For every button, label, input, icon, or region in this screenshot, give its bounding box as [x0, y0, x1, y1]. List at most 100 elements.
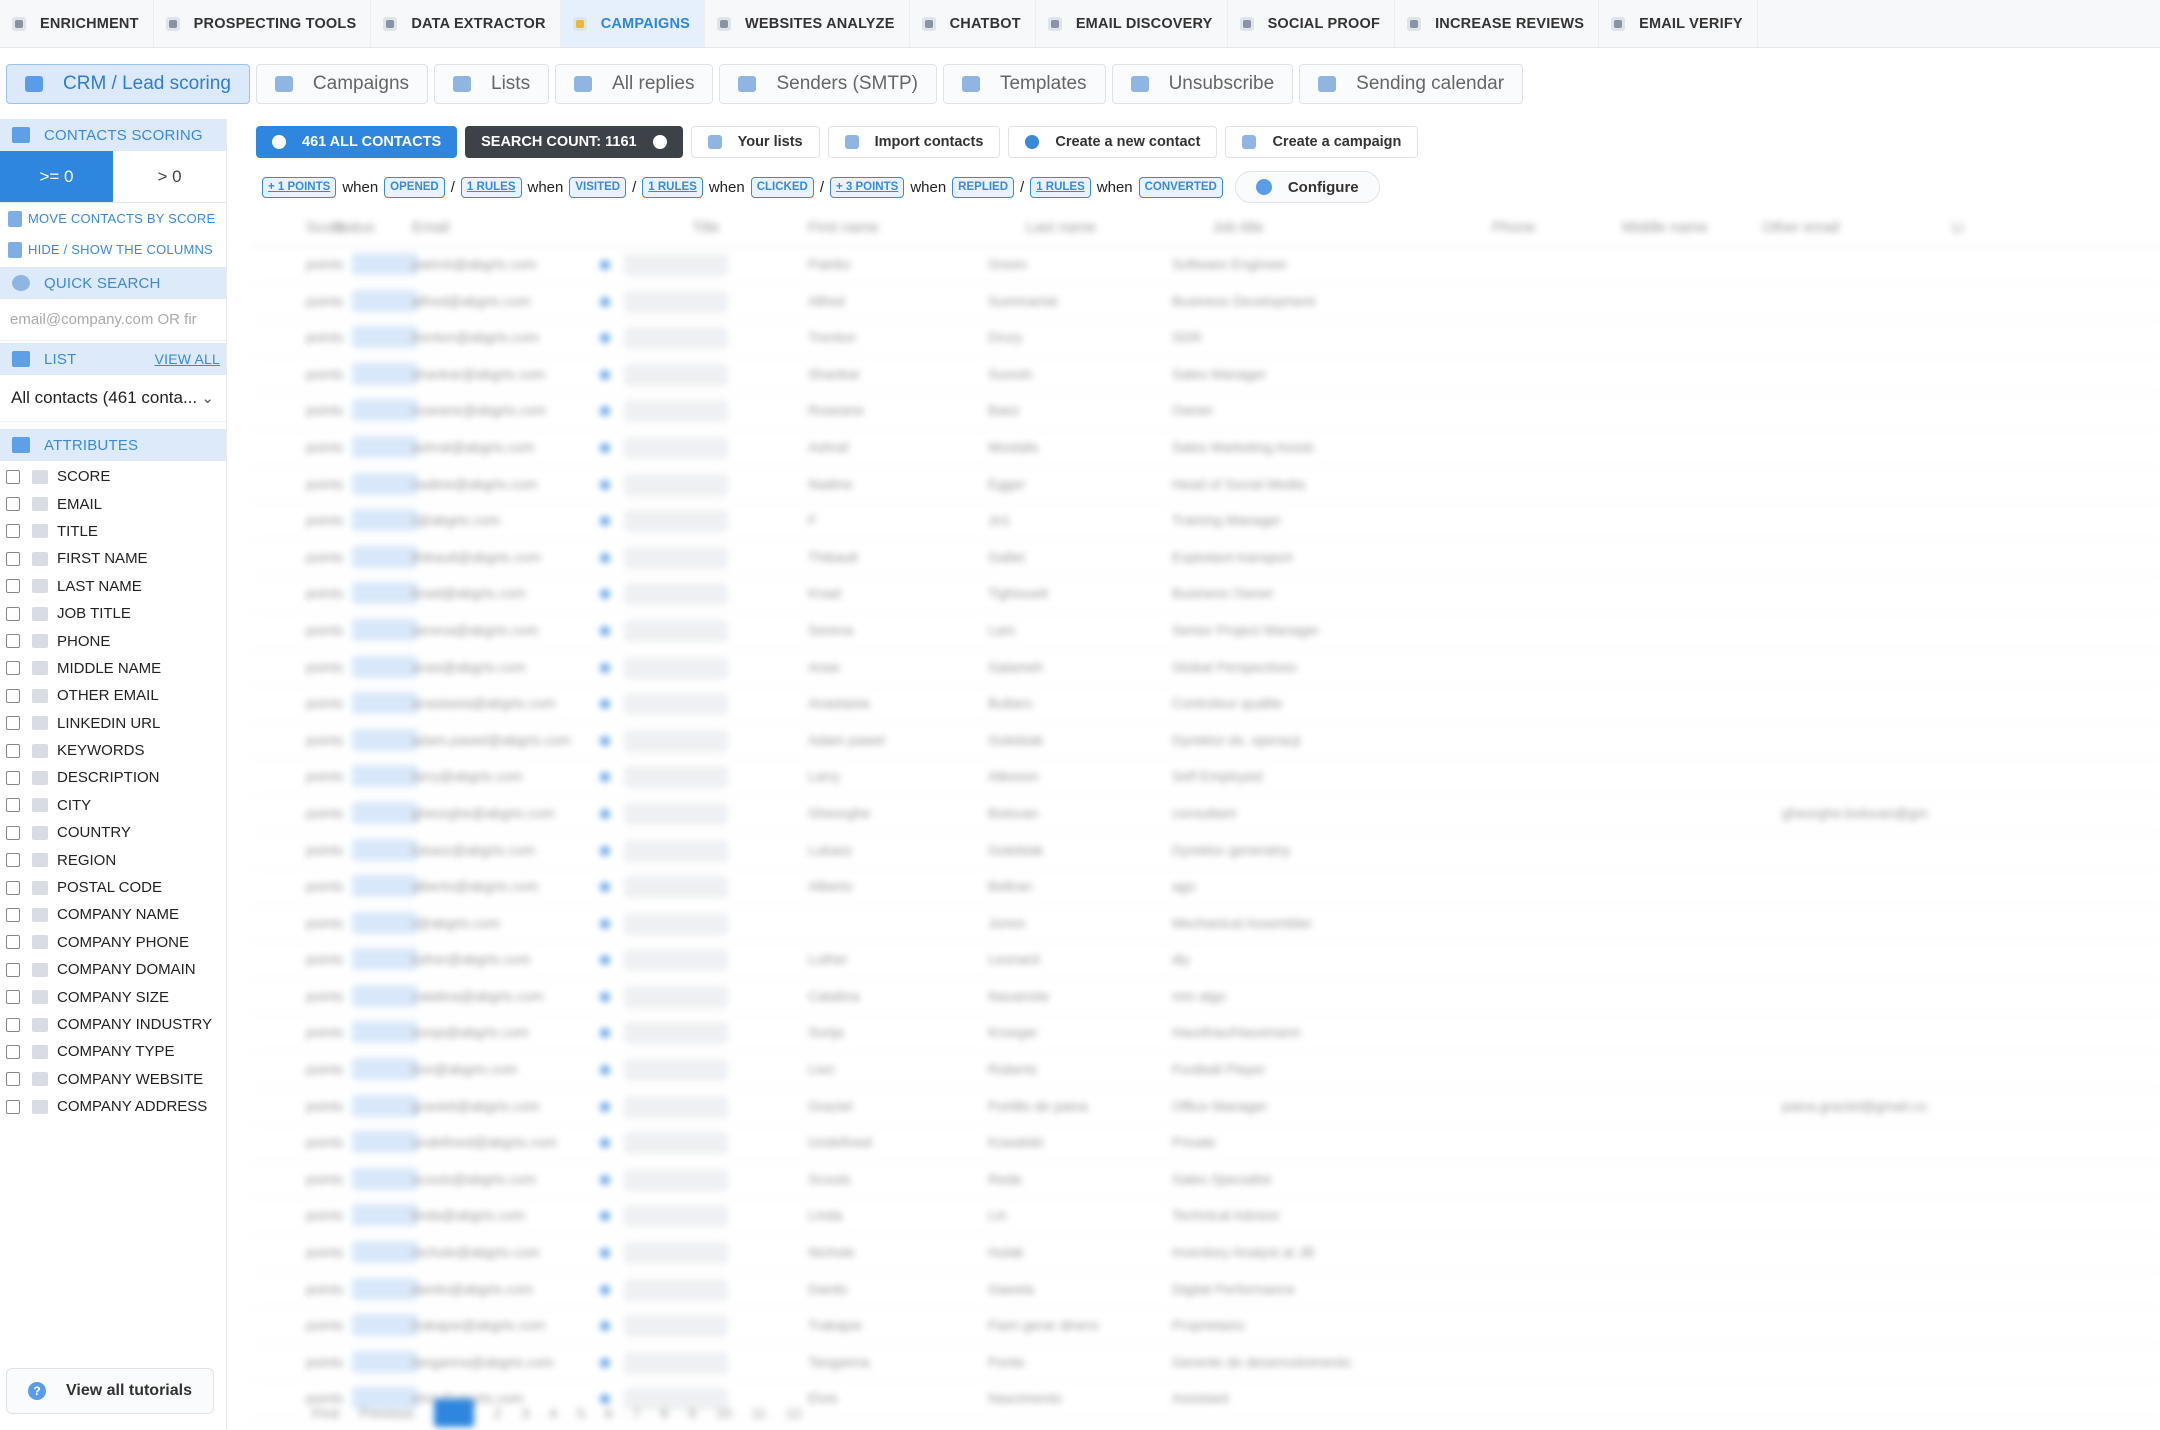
attribute-description[interactable]: DESCRIPTION	[0, 764, 226, 791]
pager-page[interactable]: 10	[716, 1405, 732, 1421]
rule-points-1[interactable]: + 1 POINTS	[262, 176, 337, 198]
view-contact-button[interactable]	[624, 693, 728, 716]
create-contact-button[interactable]: Create a new contact	[1008, 126, 1218, 158]
attribute-company-name[interactable]: COMPANY NAME	[0, 901, 226, 928]
attribute-checkbox[interactable]	[6, 716, 20, 731]
email-cell[interactable]: patrick@abgrtx.com	[412, 256, 537, 272]
search-count-button[interactable]: SEARCH COUNT: 1161	[465, 126, 683, 158]
column-header[interactable]: Other email	[1762, 219, 1840, 236]
table-row[interactable]: points nichole@abgrtx.com Nichole Hulak Inve…	[252, 1235, 2160, 1272]
table-row[interactable]: points r@abgrtx.com F Jn1 Training Manager	[252, 503, 2160, 540]
email-cell[interactable]: thibault@abgrtx.com	[412, 549, 541, 565]
rule-count-replied[interactable]: 1 RULES	[1030, 176, 1091, 198]
email-cell[interactable]: lion@abgrtx.com	[412, 1061, 517, 1077]
attribute-checkbox[interactable]	[6, 907, 20, 922]
view-contact-button[interactable]	[624, 400, 728, 423]
table-row[interactable]: points patrick@abgrtx.com Patrikx Green Soft…	[252, 247, 2160, 284]
pager-page[interactable]: 4	[549, 1405, 557, 1421]
view-contact-button[interactable]	[624, 1315, 728, 1338]
configure-button[interactable]: Configure	[1234, 171, 1380, 203]
top-nav-social-proof[interactable]: SOCIAL PROOF	[1228, 0, 1396, 47]
attribute-checkbox[interactable]	[6, 798, 20, 813]
table-row[interactable]: points alfred@abgrtx.com Alfred Summarisk Bu…	[252, 284, 2160, 321]
attribute-checkbox[interactable]	[6, 634, 20, 649]
email-cell[interactable]: tangarina@abgrtx.com	[412, 1354, 554, 1370]
attribute-checkbox[interactable]	[6, 770, 20, 785]
email-cell[interactable]: nichole@abgrtx.com	[412, 1244, 540, 1260]
table-row[interactable]: points nadine@abgrtx.com Nadine Egger Head o…	[252, 467, 2160, 504]
attribute-checkbox[interactable]	[6, 880, 20, 895]
email-cell[interactable]: scouts@abgrtx.com	[412, 1171, 536, 1187]
view-contact-button[interactable]	[624, 254, 728, 276]
view-contact-button[interactable]	[624, 619, 728, 642]
email-cell[interactable]: anastasia@abgrtx.com	[412, 695, 555, 711]
email-cell[interactable]: alfred@abgrtx.com	[412, 293, 530, 309]
column-header[interactable]: Middle name	[1622, 219, 1708, 236]
attribute-checkbox[interactable]	[6, 661, 20, 676]
attribute-checkbox[interactable]	[6, 1072, 20, 1087]
attribute-phone[interactable]: PHONE	[0, 627, 226, 654]
view-contact-button[interactable]	[624, 1022, 728, 1045]
pager-page[interactable]: 2	[494, 1405, 502, 1421]
pager-page[interactable]: 3	[521, 1405, 529, 1421]
pager-page[interactable]: 12	[786, 1405, 802, 1421]
table-row[interactable]: points alberto@abgrtx.com Alberto Beltran ag…	[252, 869, 2160, 906]
attribute-middle-name[interactable]: MIDDLE NAME	[0, 655, 226, 682]
rule-count-visited[interactable]: 1 RULES	[642, 176, 703, 198]
pager-page[interactable]: 5	[577, 1405, 585, 1421]
email-cell[interactable]: r@abgrtx.com	[412, 512, 500, 528]
view-contact-button[interactable]	[624, 473, 728, 496]
pager-page[interactable]: 9	[688, 1405, 696, 1421]
attribute-checkbox[interactable]	[6, 1017, 20, 1032]
top-nav-email-discovery[interactable]: EMAIL DISCOVERY	[1036, 0, 1228, 47]
email-cell[interactable]: luther@abgrtx.com	[412, 951, 530, 967]
table-row[interactable]: points trenton@abgrtx.com Trenton Drury SDR	[252, 320, 2160, 357]
view-contact-button[interactable]	[624, 1351, 728, 1374]
score-gte-zero-option[interactable]: >= 0	[0, 151, 113, 202]
view-contact-button[interactable]	[624, 290, 728, 313]
attribute-first-name[interactable]: FIRST NAME	[0, 545, 226, 572]
email-cell[interactable]: anas@abgrtx.com	[412, 659, 526, 675]
email-cell[interactable]: lukasz@abgrtx.com	[412, 842, 535, 858]
view-contact-button[interactable]	[624, 1242, 728, 1265]
attribute-company-size[interactable]: COMPANY SIZE	[0, 983, 226, 1010]
email-cell[interactable]: adam.pawel@abgrtx.com	[412, 732, 571, 748]
top-nav-increase-reviews[interactable]: INCREASE REVIEWS	[1395, 0, 1600, 47]
column-header[interactable]: First name	[808, 219, 879, 236]
attribute-checkbox[interactable]	[6, 853, 20, 868]
table-row[interactable]: points tangarina@abgrtx.com Tangarina Ponte…	[252, 1345, 2160, 1382]
email-cell[interactable]: larry@abgrtx.com	[412, 768, 523, 784]
table-row[interactable]: points scouts@abgrtx.com Scouts Reda Sales S…	[252, 1162, 2160, 1199]
attribute-checkbox[interactable]	[6, 1099, 20, 1114]
column-header[interactable]: Last name	[1026, 219, 1096, 236]
pager-page[interactable]: 8	[660, 1405, 668, 1421]
view-contact-button[interactable]	[624, 436, 728, 459]
table-row[interactable]: points gheorghe@abgrtx.com Gheorghe Bolovan…	[252, 796, 2160, 833]
attribute-other-email[interactable]: OTHER EMAIL	[0, 682, 226, 709]
pager-first[interactable]: First	[312, 1405, 339, 1421]
attribute-checkbox[interactable]	[6, 469, 20, 484]
top-nav-email-verify[interactable]: EMAIL VERIFY	[1599, 0, 1758, 47]
rule-count-opened[interactable]: 1 RULES	[460, 176, 522, 198]
view-contact-button[interactable]	[624, 839, 728, 862]
column-header[interactable]: Phone	[1492, 219, 1535, 236]
view-contact-button[interactable]	[624, 546, 728, 569]
table-row[interactable]: points danilo@abgrtx.com Danilo Gaeeta Digit…	[252, 1272, 2160, 1309]
view-contact-button[interactable]	[624, 1059, 728, 1082]
email-cell[interactable]: trenton@abgrtx.com	[412, 329, 539, 345]
view-contact-button[interactable]	[624, 1095, 728, 1118]
email-cell[interactable]: alberto@abgrtx.com	[412, 878, 538, 894]
table-row[interactable]: points shankar@abgrtx.com Shankar Suresh Sal…	[252, 357, 2160, 394]
score-gt-zero-option[interactable]: > 0	[113, 151, 226, 202]
table-row[interactable]: points gravieli@abgrtx.com Graziel Portillo…	[252, 1089, 2160, 1126]
table-row[interactable]: points undefined@abgrtx.com Undefined Kowal…	[252, 1125, 2160, 1162]
pager-page[interactable]	[433, 1399, 474, 1427]
table-row[interactable]: points ashrat@abgrtx.com Ashraf Mostafa Sale…	[252, 430, 2160, 467]
table-row[interactable]: points trakajoe@abgrtx.com Trakajoe Fiam ge…	[252, 1308, 2160, 1345]
table-row[interactable]: points thibault@abgrtx.com Thibault Gallet E…	[252, 540, 2160, 577]
table-row[interactable]: points catalina@abgrtx.com Catalina Navarre…	[252, 979, 2160, 1016]
import-contacts-button[interactable]: Import contacts	[827, 126, 1001, 158]
top-nav-data-extractor[interactable]: DATA EXTRACTOR	[371, 0, 561, 47]
top-nav-prospecting-tools[interactable]: PROSPECTING TOOLS	[154, 0, 372, 47]
top-nav-chatbot[interactable]: CHATBOT	[910, 0, 1036, 47]
